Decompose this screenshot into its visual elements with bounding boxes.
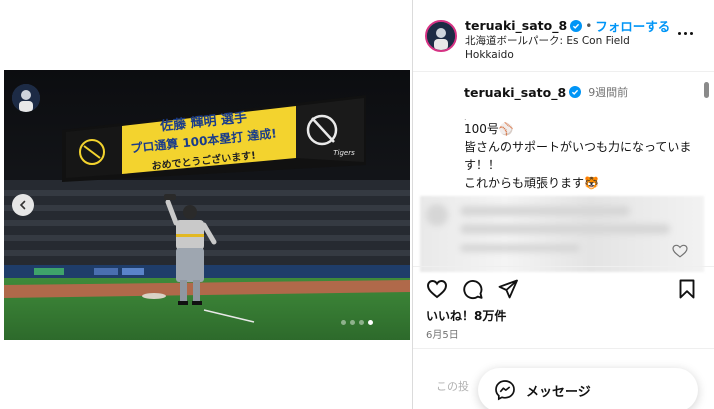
post-author-avatar[interactable] [12, 84, 40, 112]
scoreboard-logo: Tigers [333, 149, 355, 157]
carousel-dot-active [368, 320, 373, 325]
post-dialog: 佐藤 輝明 選手 プロ通算 100本塁打 達成! おめでとうございます! Tig… [0, 0, 714, 409]
comment-icon[interactable] [462, 278, 484, 300]
header-separator: • [585, 18, 593, 33]
comments-scrollbar[interactable] [704, 82, 709, 98]
heart-icon[interactable] [426, 278, 448, 300]
header-title-row: teruaki_sato_8 • フォローする [465, 16, 670, 35]
media-image: 佐藤 輝明 選手 プロ通算 100本塁打 達成! おめでとうございます! Tig… [4, 70, 410, 340]
header-username[interactable]: teruaki_sato_8 [465, 18, 567, 33]
caption-line: 皆さんのサポートがいつも力になっています！！ [464, 140, 692, 172]
carousel-prev-button[interactable] [12, 194, 34, 216]
blurred-comment [420, 196, 704, 272]
carousel-dot [341, 320, 346, 325]
post-date[interactable]: 6月5日 [426, 326, 459, 341]
actions-divider [413, 266, 714, 267]
carousel-dot [350, 320, 355, 325]
location-link[interactable]: 北海道ボールパーク: Es Con Field Hokkaido [465, 34, 665, 62]
post-username[interactable]: teruaki_sato_8 [464, 85, 566, 100]
post-time[interactable]: 9週間前 [588, 84, 628, 100]
follow-button[interactable]: フォローする [595, 16, 670, 35]
chevron-left-icon [19, 200, 26, 210]
message-button[interactable]: メッセージ [478, 368, 698, 409]
verified-badge-icon [569, 86, 582, 98]
verified-badge-icon [570, 19, 583, 32]
post-caption: . 100号⚾ 皆さんのサポートがいつも力になっています！！ これからも頑張りま… [464, 114, 694, 192]
comment-like-heart-icon[interactable] [672, 244, 688, 258]
post-header: teruaki_sato_8 • フォローする 北海道ボールパーク: Es Co… [413, 0, 714, 72]
share-icon[interactable] [497, 278, 519, 300]
caption-line: これからも頑張ります🐯 [464, 176, 599, 190]
more-options-icon[interactable] [678, 30, 694, 36]
message-button-label: メッセージ [526, 384, 591, 400]
carousel-dot [359, 320, 364, 325]
bookmark-icon[interactable] [676, 278, 698, 300]
post-media[interactable]: 佐藤 輝明 選手 プロ通算 100本塁打 達成! おめでとうございます! Tig… [4, 70, 410, 340]
comment-divider [413, 348, 714, 349]
messenger-icon [495, 380, 515, 401]
comment-input[interactable]: この投 [436, 378, 469, 394]
header-avatar[interactable] [425, 20, 457, 52]
caption-line: 100号⚾ [464, 122, 514, 136]
carousel-indicator [0, 320, 714, 325]
post-author-row: teruaki_sato_8 9週間前 [464, 84, 628, 100]
